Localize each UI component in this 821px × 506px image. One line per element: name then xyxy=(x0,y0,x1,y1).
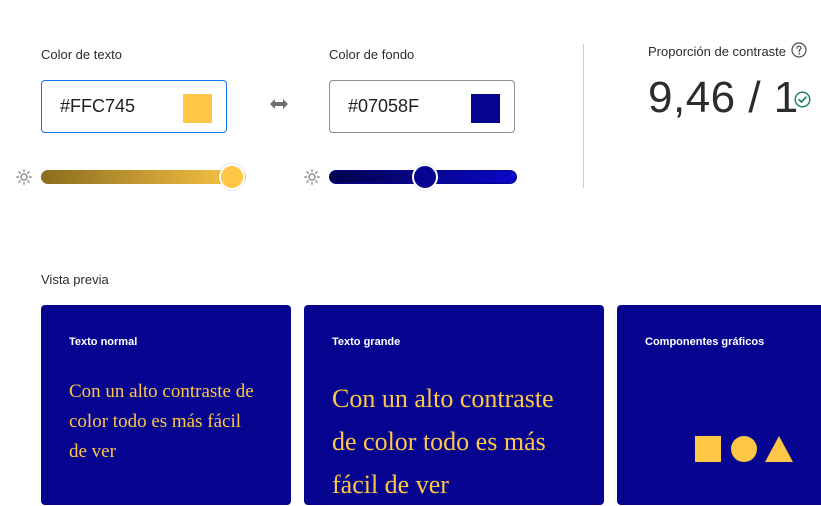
help-circle-icon[interactable] xyxy=(791,42,807,58)
sun-icon xyxy=(16,169,32,185)
triangle-shape xyxy=(765,436,793,462)
square-shape xyxy=(695,436,721,462)
card-title: Componentes gráficos xyxy=(645,336,765,348)
preview-card-graphics: Componentes gráficos xyxy=(617,305,821,505)
contrast-ratio-label: Proporción de contraste xyxy=(648,44,787,59)
contrast-ratio-value: 9,46 / 1 xyxy=(648,73,799,122)
background-color-field[interactable] xyxy=(329,80,515,133)
background-color-input[interactable] xyxy=(348,96,458,117)
preview-card-normal-text: Texto normal Con un alto contraste de co… xyxy=(41,305,291,505)
text-color-input[interactable] xyxy=(60,96,170,117)
preview-card-large-text: Texto grande Con un alto contraste de co… xyxy=(304,305,604,505)
graphic-shapes xyxy=(695,435,795,468)
section-divider xyxy=(583,44,584,188)
check-circle-icon xyxy=(794,91,811,108)
text-color-field[interactable] xyxy=(41,80,227,133)
sun-icon xyxy=(304,169,320,185)
card-title: Texto normal xyxy=(69,336,138,348)
text-color-brightness-slider[interactable] xyxy=(41,170,246,184)
text-color-swatch[interactable] xyxy=(183,94,212,123)
card-title: Texto grande xyxy=(332,336,401,348)
card-sample-text: Con un alto contraste de color todo es m… xyxy=(69,381,254,462)
text-color-slider-thumb[interactable] xyxy=(218,164,245,190)
card-sample-text: Con un alto contraste de color todo es m… xyxy=(332,384,554,499)
background-color-slider-thumb[interactable] xyxy=(411,164,438,190)
background-color-label: Color de fondo xyxy=(329,47,415,62)
text-color-label: Color de texto xyxy=(41,47,122,62)
background-color-swatch[interactable] xyxy=(471,94,500,123)
circle-shape xyxy=(731,436,757,462)
preview-label: Vista previa xyxy=(41,272,109,287)
swap-arrows-icon[interactable] xyxy=(269,97,289,111)
